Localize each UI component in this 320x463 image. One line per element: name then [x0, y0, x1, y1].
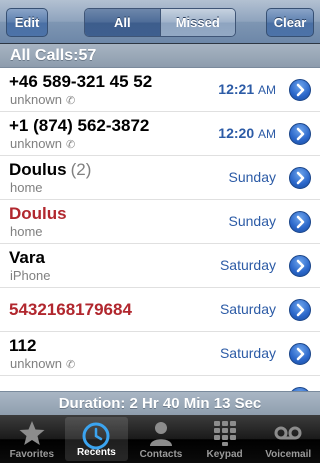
tab-label: Voicemail	[265, 449, 312, 460]
detail-disclosure-icon[interactable]	[289, 299, 311, 321]
call-name-text: Vara	[9, 248, 45, 267]
call-time: Saturday	[220, 257, 276, 273]
call-subtitle: home	[10, 224, 43, 239]
detail-disclosure-icon[interactable]	[289, 343, 311, 365]
tab-recents[interactable]: Recents	[64, 417, 129, 461]
segmented-control: All Missed	[84, 8, 236, 37]
call-time: 12:21 AM	[218, 81, 276, 97]
tab-contacts[interactable]: Contacts	[129, 415, 193, 463]
call-count: (2)	[70, 160, 92, 179]
call-name: Doulus	[9, 204, 67, 224]
call-time: Saturday	[220, 345, 276, 361]
call-subtitle-text: unknown	[10, 92, 63, 107]
call-subtitle: unknown ✆	[10, 92, 75, 107]
section-header: All Calls:57	[0, 44, 320, 68]
tab-label: Recents	[76, 447, 116, 458]
detail-disclosure-icon[interactable]	[289, 79, 311, 101]
call-name-text: +46 589-321 45 52	[9, 72, 153, 91]
call-subtitle-text: unknown	[10, 356, 63, 371]
call-subtitle-text: home	[10, 180, 43, 195]
keypad-icon	[211, 419, 239, 452]
phone-icon: ✆	[66, 359, 76, 371]
time-ampm: AM	[258, 83, 276, 97]
call-name-text: 112	[9, 336, 37, 355]
call-time: Sunday	[229, 169, 276, 185]
tab-favorites[interactable]: Favorites	[0, 415, 64, 463]
detail-disclosure-icon[interactable]	[289, 211, 311, 233]
time-day: Sunday	[228, 213, 276, 229]
call-row[interactable]: Doulus home Sunday	[0, 200, 320, 244]
call-row[interactable]: Doulus (2) home Sunday	[0, 156, 320, 200]
tab-label: Favorites	[9, 449, 55, 460]
phone-icon: ✆	[66, 95, 76, 107]
call-name-text: +1 (874) 562-3872	[9, 116, 150, 135]
detail-disclosure-icon[interactable]	[289, 255, 311, 277]
call-subtitle: unknown ✆	[10, 136, 75, 151]
clear-button[interactable]: Clear	[266, 8, 314, 37]
recents-list[interactable]: +46 589-321 45 52 unknown ✆ 12:21 AM +1 (874…	[0, 68, 320, 391]
call-subtitle: home	[10, 180, 43, 195]
call-name: Doulus (2)	[9, 160, 91, 180]
call-row[interactable]: Vara(2)	[0, 376, 320, 391]
tab-label: Contacts	[139, 449, 183, 460]
call-subtitle: iPhone	[10, 268, 50, 283]
call-row[interactable]: +1 (874) 562-3872 unknown ✆ 12:20 AM	[0, 112, 320, 156]
segment-all[interactable]: All	[85, 9, 161, 36]
segment-missed[interactable]: Missed	[160, 9, 235, 36]
edit-button[interactable]: Edit	[6, 8, 48, 37]
call-name: Vara	[9, 248, 45, 268]
call-subtitle-text: iPhone	[10, 268, 51, 283]
call-row[interactable]: 5432168179684 Saturday	[0, 288, 320, 332]
duration-bar: Duration: 2 Hr 40 Min 13 Sec	[0, 391, 320, 415]
call-name-text: 5432168179684	[9, 300, 132, 319]
call-subtitle: unknown ✆	[10, 356, 75, 371]
detail-disclosure-icon[interactable]	[289, 167, 311, 189]
time-day: Saturday	[219, 345, 276, 361]
time-ampm: AM	[258, 127, 276, 141]
star-icon	[18, 419, 46, 452]
time-day: Saturday	[219, 301, 276, 317]
call-subtitle-text: home	[10, 224, 43, 239]
time-day: Sunday	[228, 169, 276, 185]
call-row[interactable]: 112 unknown ✆ Saturday	[0, 332, 320, 376]
call-time: 12:20 AM	[218, 125, 276, 141]
navigation-bar: Edit All Missed Clear	[0, 0, 320, 44]
call-name-text: Doulus	[9, 160, 67, 179]
phone-icon: ✆	[66, 139, 76, 151]
person-icon	[147, 419, 175, 452]
call-name: +1 (874) 562-3872	[9, 116, 149, 136]
tab-label: Keypad	[206, 449, 243, 460]
call-time: Sunday	[229, 213, 276, 229]
call-subtitle-text: unknown	[10, 136, 63, 151]
time-value: 12:21	[218, 81, 255, 97]
detail-disclosure-icon[interactable]	[289, 123, 311, 145]
call-row[interactable]: +46 589-321 45 52 unknown ✆ 12:21 AM	[0, 68, 320, 112]
tab-voicemail[interactable]: Voicemail	[256, 415, 320, 463]
call-row[interactable]: Vara iPhone Saturday	[0, 244, 320, 288]
tab-bar: Favorites Recents Contacts Keypad Voicemail	[0, 415, 320, 463]
tab-keypad[interactable]: Keypad	[193, 415, 257, 463]
call-name: 5432168179684	[9, 300, 132, 320]
call-time: Saturday	[220, 301, 276, 317]
time-value: 12:20	[218, 125, 255, 141]
voicemail-icon	[273, 419, 303, 452]
call-name: +46 589-321 45 52	[9, 72, 152, 92]
call-name-text: Doulus	[9, 204, 67, 223]
call-name: 112	[9, 336, 36, 356]
time-day: Saturday	[219, 257, 276, 273]
